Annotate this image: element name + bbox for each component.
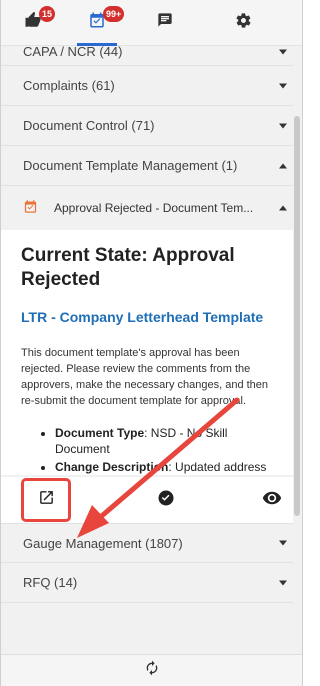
category-rfq[interactable]: RFQ (14) bbox=[1, 563, 293, 603]
open-external-button[interactable] bbox=[35, 489, 57, 511]
category-label: Document Template Management (1) bbox=[23, 158, 238, 173]
chevron-up-icon bbox=[279, 205, 287, 211]
scrollbar[interactable] bbox=[293, 46, 302, 654]
task-detail-card: Current State: Approval Rejected LTR - C… bbox=[1, 230, 293, 475]
gear-icon bbox=[235, 12, 252, 34]
category-complaints[interactable]: Complaints (61) bbox=[1, 66, 293, 106]
current-state-title: Current State: Approval Rejected bbox=[21, 245, 235, 290]
scrollbar-thumb[interactable] bbox=[294, 116, 300, 516]
task-action-bar bbox=[1, 477, 293, 523]
field-document-type: Document Type: NSD - No Skill Document bbox=[55, 425, 281, 457]
category-label: Gauge Management (1807) bbox=[23, 535, 183, 551]
category-document-control[interactable]: Document Control (71) bbox=[1, 106, 293, 146]
document-link[interactable]: LTR - Company Letterhead Template bbox=[21, 308, 281, 327]
chevron-down-icon bbox=[279, 580, 287, 585]
category-label: RFQ (14) bbox=[23, 575, 78, 590]
notification-panel: 15 99+ CAPA / NCR (44) Complaints (61) D… bbox=[0, 0, 303, 686]
chevron-down-icon bbox=[279, 49, 287, 54]
top-tab-bar: 15 99+ bbox=[1, 0, 302, 46]
field-list: Document Type: NSD - No Skill Document C… bbox=[21, 425, 281, 475]
task-item-label: Approval Rejected - Document Tem... bbox=[54, 201, 254, 215]
category-document-template-management[interactable]: Document Template Management (1) bbox=[1, 146, 293, 186]
category-capa[interactable]: CAPA / NCR (44) bbox=[1, 46, 293, 66]
view-button[interactable] bbox=[261, 489, 283, 511]
field-change-description: Change Description: Updated address bbox=[55, 459, 281, 475]
task-description: This document template's approval has be… bbox=[21, 347, 269, 407]
chevron-up-icon bbox=[279, 163, 287, 168]
tab-badge: 99+ bbox=[103, 5, 125, 22]
category-label: Complaints (61) bbox=[23, 78, 115, 93]
approve-button[interactable] bbox=[155, 489, 177, 511]
category-gauge-management[interactable]: Gauge Management (1807) bbox=[1, 523, 293, 563]
check-circle-icon bbox=[157, 489, 175, 512]
refresh-icon[interactable] bbox=[144, 660, 160, 681]
tab-badge: 15 bbox=[39, 5, 56, 22]
chevron-down-icon bbox=[279, 83, 287, 88]
bottom-bar bbox=[1, 654, 302, 686]
tab-approvals[interactable]: 15 bbox=[3, 0, 63, 46]
chevron-down-icon bbox=[279, 123, 287, 128]
eye-icon bbox=[262, 488, 282, 513]
category-label: Document Control (71) bbox=[23, 118, 155, 133]
chevron-down-icon bbox=[279, 540, 287, 546]
task-list: CAPA / NCR (44) Complaints (61) Document… bbox=[1, 46, 293, 654]
tab-tasks[interactable]: 99+ bbox=[67, 0, 127, 46]
task-item-header[interactable]: Approval Rejected - Document Tem... bbox=[1, 186, 293, 230]
open-external-icon bbox=[38, 489, 55, 511]
calendar-check-icon bbox=[23, 199, 38, 217]
tab-messages[interactable] bbox=[135, 0, 195, 46]
category-label: CAPA / NCR (44) bbox=[23, 46, 123, 59]
tab-settings[interactable] bbox=[213, 0, 273, 46]
message-icon bbox=[157, 12, 173, 33]
